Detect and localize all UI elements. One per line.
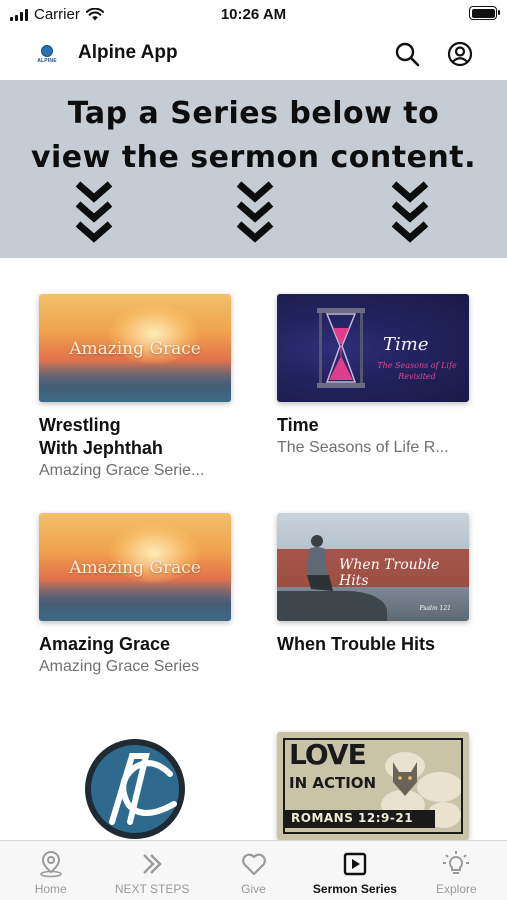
triple-chevron-down-icon <box>75 181 113 243</box>
thumbnail-label: Amazing Grace <box>69 558 201 578</box>
tab-home[interactable]: Home <box>0 841 101 900</box>
ac-logo-icon: AC <box>72 734 185 839</box>
thumbnail-label: When Trouble Hits <box>339 557 440 589</box>
thumbnail-verse: ROMANS 12:9-21 <box>291 811 414 825</box>
search-icon <box>395 42 420 67</box>
banner-line-2: view the sermon content. <box>30 140 477 175</box>
status-time: 10:26 AM <box>220 6 287 23</box>
triple-chevron-down-icon <box>391 181 429 243</box>
tab-label: Sermon Series <box>312 882 397 896</box>
series-card-wrestling-with-jephthah[interactable]: Amazing Grace Wrestling With Jephthah Am… <box>39 294 231 482</box>
series-title: When Trouble Hits <box>277 634 436 654</box>
series-subtitle: Amazing Grace Serie... <box>39 462 205 479</box>
series-thumbnail[interactable]: Amazing Grace <box>39 513 231 621</box>
thumbnail-label: Amazing Grace <box>69 339 201 359</box>
series-title: Time <box>277 415 319 435</box>
location-pin-icon <box>36 849 66 879</box>
battery-icon <box>469 6 500 20</box>
tab-sermon-series[interactable]: Sermon Series <box>304 841 405 900</box>
series-card-time[interactable]: Time The Seasons of Life Revisited Time … <box>277 294 469 459</box>
hourglass-icon <box>317 308 365 388</box>
tab-next-steps[interactable]: NEXT STEPS <box>101 841 202 900</box>
series-thumbnail[interactable]: Amazing Grace <box>39 294 231 402</box>
account-button[interactable] <box>445 39 475 69</box>
banner-text: Tap a Series below to view the sermon co… <box>0 92 507 180</box>
series-title: Amazing Grace <box>39 634 171 654</box>
series-card-ac[interactable]: AC <box>39 732 231 840</box>
tab-label: NEXT STEPS <box>114 882 190 896</box>
triple-chevron-down-icon <box>236 181 274 243</box>
account-icon <box>447 41 473 67</box>
series-thumbnail[interactable]: LOVE IN ACTION ROMANS 12:9-21 <box>277 732 469 840</box>
thumbnail-label: Time <box>383 334 429 355</box>
tab-bar: Home NEXT STEPS Give Sermon Series Explo… <box>0 840 507 900</box>
banner-line-1: Tap a Series below to <box>67 96 440 131</box>
heart-icon <box>239 849 269 879</box>
globe-icon <box>41 44 53 57</box>
thumbnail-label: LOVE <box>289 738 367 771</box>
series-title-line-1: Wrestling <box>39 415 121 435</box>
thumbnail-sublabel: IN ACTION <box>289 774 377 792</box>
series-thumbnail[interactable]: AC <box>39 732 231 840</box>
lightbulb-icon <box>441 849 471 879</box>
thumbnail-sublabel: The Seasons of Life Revisited <box>377 361 457 381</box>
play-square-icon <box>340 849 370 879</box>
series-title-line-2: With Jephthah <box>39 438 163 458</box>
app-header: ALPINE Alpine App <box>0 30 507 78</box>
series-thumbnail[interactable]: When Trouble Hits Psalm 121 <box>277 513 469 621</box>
tab-label: Home <box>34 882 67 896</box>
series-subtitle: The Seasons of Life R... <box>277 439 449 456</box>
thumbnail-sublabel: Psalm 121 <box>419 605 452 612</box>
logo-text: ALPINE <box>37 57 57 64</box>
series-title: Wrestling With Jephthah <box>39 414 231 460</box>
double-chevron-right-icon <box>137 849 167 879</box>
tab-give[interactable]: Give <box>203 841 304 900</box>
tab-label: Give <box>241 882 266 896</box>
series-card-when-trouble-hits[interactable]: When Trouble Hits Psalm 121 When Trouble… <box>277 513 469 656</box>
app-title: Alpine App <box>78 42 178 63</box>
series-card-amazing-grace[interactable]: Amazing Grace Amazing Grace Amazing Grac… <box>39 513 231 678</box>
search-button[interactable] <box>392 39 422 69</box>
series-subtitle: Amazing Grace Series <box>39 658 200 675</box>
series-card-love-in-action[interactable]: LOVE IN ACTION ROMANS 12:9-21 <box>277 732 469 840</box>
app-logo: ALPINE <box>34 41 60 67</box>
status-bar: Carrier 10:26 AM <box>0 0 507 30</box>
person-figure-icon <box>307 535 333 591</box>
tab-label: Explore <box>435 882 477 896</box>
tab-explore[interactable]: Explore <box>406 841 507 900</box>
series-thumbnail[interactable]: Time The Seasons of Life Revisited <box>277 294 469 402</box>
thumbnail-label: AC <box>72 734 74 735</box>
instruction-banner: Tap a Series below to view the sermon co… <box>0 80 507 258</box>
